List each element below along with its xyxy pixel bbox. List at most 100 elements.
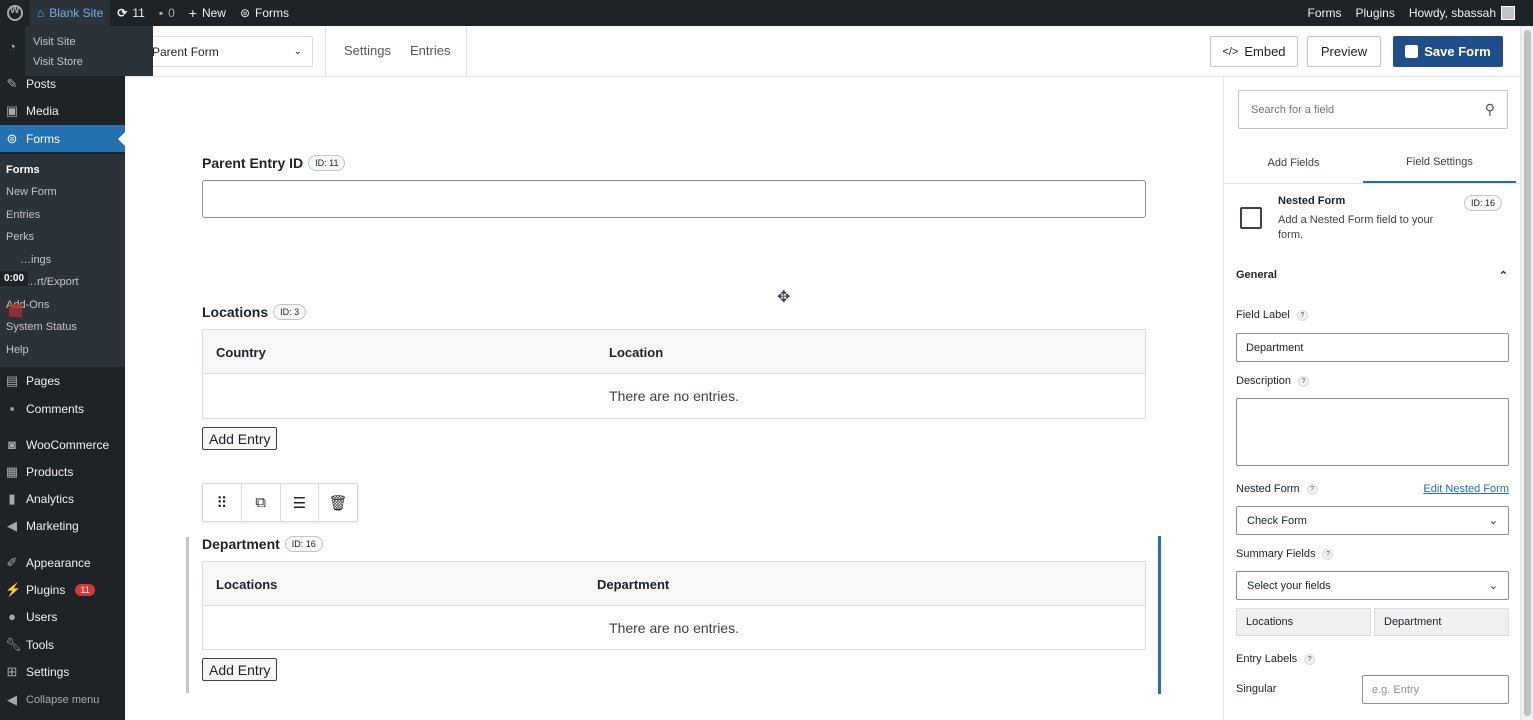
scrollbar-thumb[interactable] (1524, 30, 1531, 716)
tab-field-settings[interactable]: Field Settings (1363, 143, 1516, 183)
help-icon[interactable]: ? (1306, 483, 1318, 495)
column-header-department: Department (597, 577, 670, 592)
visit-site-link[interactable]: Visit Site (25, 32, 153, 52)
parent-entry-id-input[interactable] (202, 180, 1146, 218)
general-section-header[interactable]: General ⌃ (1236, 269, 1508, 282)
media-icon: ▣ (5, 102, 19, 118)
sidebar-item-marketing[interactable]: ◀ Marketing (0, 512, 125, 539)
page-scrollbar[interactable] (1520, 26, 1533, 720)
user-icon: ● (8, 608, 16, 624)
field-id-badge: ID: 16 (1464, 195, 1503, 211)
sidebar-item-analytics[interactable]: ▮ Analytics (0, 485, 125, 512)
help-icon[interactable]: ? (1322, 548, 1334, 560)
embed-button[interactable]: </> Embed (1210, 36, 1298, 67)
submenu-help[interactable]: Help (6, 344, 29, 356)
sidebar-item-woocommerce[interactable]: ◙ WooCommerce (0, 431, 125, 458)
sidebar-item-appearance[interactable]: ✐ Appearance (0, 549, 125, 576)
comments-menu[interactable]: ▪ 0 (152, 0, 182, 26)
collapse-menu-button[interactable]: ◀ Collapse menu (0, 686, 125, 713)
locations-field-label[interactable]: Locations ID: 3 (202, 304, 307, 320)
table-header: Country Location (203, 330, 1145, 374)
admin-bar: ⌂ Blank Site ⟳ 11 ▪ 0 + New ⊜ Forms Form… (0, 0, 1533, 26)
field-settings-panel: ⚲ Add Fields Field Settings Nested Form … (1223, 77, 1520, 720)
help-icon[interactable]: ? (1304, 653, 1316, 665)
my-account-menu[interactable]: Howdy, sbassah (1402, 0, 1533, 26)
new-content-menu[interactable]: + New (182, 0, 233, 26)
department-field-label[interactable]: Department ID: 16 (202, 536, 323, 552)
sidebar-item-plugins[interactable]: ⚡ Plugins 11 (0, 576, 125, 603)
sidebar-item-comments[interactable]: ▪ Comments (0, 395, 125, 422)
submenu-new-form[interactable]: New Form (6, 186, 57, 198)
sidebar-item-settings[interactable]: ⊞ Settings (0, 658, 125, 685)
field-type-description: Add a Nested Form field to your form. (1278, 214, 1434, 241)
chevron-down-icon: ⌄ (1488, 515, 1498, 527)
sidebar-item-forms[interactable]: ⊜ Forms (0, 125, 125, 152)
summary-field-chip[interactable]: Locations (1236, 608, 1371, 636)
submenu-settings[interactable]: …ings (20, 254, 51, 266)
nested-form-select[interactable]: Check Form ⌄ (1236, 506, 1509, 535)
locations-nested-table: Country Location There are no entries. (202, 329, 1146, 419)
plugin-icon: ⚡ (5, 581, 22, 597)
save-form-button[interactable]: Save Form (1393, 36, 1503, 67)
settings-sliders-icon[interactable]: ☰ (281, 484, 320, 521)
woocommerce-icon: ◙ (8, 436, 16, 452)
submenu-entries[interactable]: Entries (6, 209, 40, 221)
adminbar-plugins-link[interactable]: Plugins (1348, 0, 1401, 26)
column-header-country: Country (216, 345, 266, 360)
submenu-import-export[interactable]: …rt/Export (26, 276, 79, 288)
empty-message: There are no entries. (609, 620, 739, 636)
preview-button[interactable]: Preview (1307, 36, 1381, 67)
settings-icon: ⊞ (6, 663, 18, 679)
plugins-update-badge: 11 (75, 583, 95, 596)
column-header-locations: Locations (216, 577, 278, 592)
brush-icon: ✐ (6, 554, 18, 570)
submenu-system-status[interactable]: System Status (6, 321, 77, 333)
wordpress-logo-icon[interactable] (0, 0, 30, 26)
comment-icon: ▪ (9, 400, 15, 416)
submenu-perks[interactable]: Perks (6, 231, 34, 243)
edit-nested-form-link[interactable]: Edit Nested Form (1423, 483, 1509, 495)
description-textarea[interactable] (1236, 398, 1509, 466)
pages-icon: ▤ (5, 372, 19, 388)
description-label: Description? (1236, 375, 1310, 387)
chevron-down-icon: ⌄ (293, 46, 302, 57)
sidebar-item-tools[interactable]: 🔧︎ Tools (0, 631, 125, 658)
summary-fields-select[interactable]: Select your fields ⌄ (1236, 571, 1509, 600)
forms-menu[interactable]: ⊜ Forms (233, 0, 296, 26)
parent-entry-id-label[interactable]: Parent Entry ID ID: 11 (202, 155, 346, 171)
help-icon[interactable]: ? (1298, 375, 1310, 387)
field-action-toolbar: ⠿ ⧉ ☰ 🗑︎ (202, 483, 358, 522)
tab-add-fields[interactable]: Add Fields (1224, 143, 1363, 183)
field-search-box[interactable]: ⚲ (1238, 90, 1508, 129)
search-input[interactable] (1251, 103, 1451, 116)
sidebar-item-media[interactable]: ▣ Media (0, 97, 125, 124)
field-label-input[interactable]: Department (1236, 333, 1509, 362)
submenu-forms[interactable]: Forms (6, 164, 40, 176)
visit-store-link[interactable]: Visit Store (25, 52, 153, 72)
sidebar-item-users[interactable]: ● Users (0, 603, 125, 630)
nested-form-label: Nested Form? Edit Nested Form (1236, 483, 1509, 495)
entries-link[interactable]: Entries (410, 43, 450, 58)
wrench-icon: 🔧︎ (5, 636, 22, 652)
duplicate-icon[interactable]: ⧉ (242, 484, 281, 521)
trash-icon[interactable]: 🗑︎ (319, 484, 357, 521)
sidebar-item-products[interactable]: ▦ Products (0, 458, 125, 485)
form-switcher-select[interactable]: Parent Form ⌄ (139, 36, 313, 67)
column-header-location: Location (609, 345, 664, 360)
sidebar-item-pages[interactable]: ▤ Pages (0, 367, 125, 394)
settings-link[interactable]: Settings (344, 43, 391, 58)
move-cursor-icon: ✥ (777, 289, 791, 306)
updates-menu[interactable]: ⟳ 11 (110, 0, 152, 26)
forms-submenu: Forms New Form Entries Perks …ings …rt/E… (0, 154, 125, 367)
adminbar-forms-link[interactable]: Forms (1300, 0, 1348, 26)
department-add-entry-button[interactable]: Add Entry (202, 658, 278, 681)
singular-input[interactable]: e.g. Entry (1362, 675, 1509, 704)
locations-add-entry-button[interactable]: Add Entry (202, 427, 278, 450)
summary-field-chip[interactable]: Department (1374, 608, 1509, 636)
tab-divider (1224, 183, 1520, 184)
site-name-menu[interactable]: ⌂ Blank Site (30, 0, 111, 26)
comment-icon: ▪ (158, 6, 164, 20)
help-icon[interactable]: ? (1296, 309, 1308, 321)
drag-handle-icon[interactable]: ⠿ (203, 484, 242, 521)
archive-icon: ▦ (5, 463, 19, 479)
